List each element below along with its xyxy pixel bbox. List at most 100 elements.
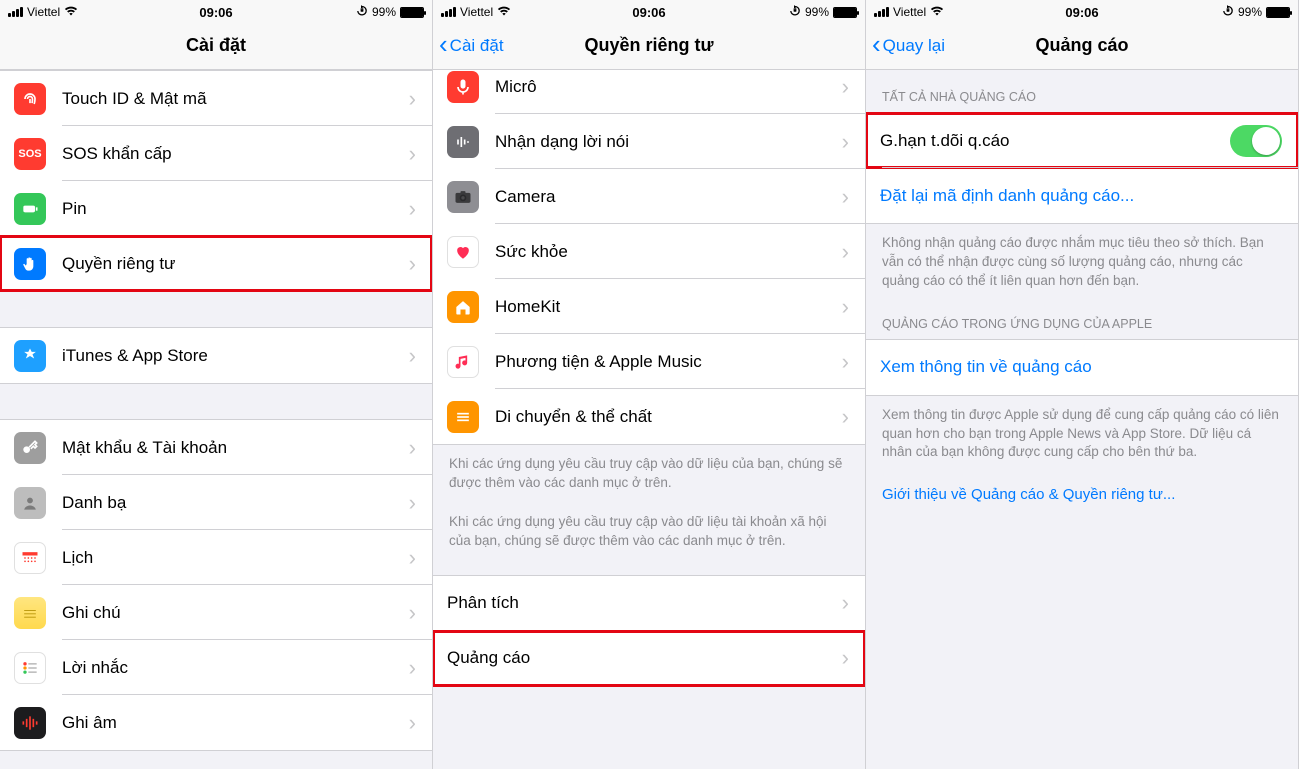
row-label: Di chuyển & thể chất: [495, 407, 842, 427]
hand-icon: [14, 248, 46, 280]
row-label: Phân tích: [447, 593, 842, 613]
row-touchid[interactable]: Touch ID & Mật mã ›: [0, 71, 432, 126]
back-button[interactable]: ‹ Quay lại: [872, 22, 945, 69]
row-label: Sức khỏe: [495, 242, 842, 262]
back-label: Quay lại: [883, 36, 945, 56]
privacy-footer-2: Khi các ứng dụng yêu cầu truy cập vào dữ…: [433, 499, 865, 557]
privacy-footer-1: Khi các ứng dụng yêu cầu truy cập vào dữ…: [433, 445, 865, 499]
row-limit-ad-tracking[interactable]: G.hạn t.dõi q.cáo: [866, 113, 1298, 168]
row-speech[interactable]: Nhận dạng lời nói ›: [433, 114, 865, 169]
row-label: Danh bạ: [62, 493, 409, 513]
screen-privacy: 09:06 Viettel 99% ‹ Cài đặt Quyền riêng …: [433, 0, 866, 769]
row-micro[interactable]: Micrô ›: [433, 70, 865, 114]
row-contacts[interactable]: Danh bạ ›: [0, 475, 432, 530]
row-reset-ad-id[interactable]: Đặt lại mã định danh quảng cáo...: [866, 168, 1298, 223]
music-icon: [447, 346, 479, 378]
chevron-right-icon: ›: [409, 196, 416, 222]
home-icon: [447, 291, 479, 323]
chevron-right-icon: ›: [409, 141, 416, 167]
row-homekit[interactable]: HomeKit ›: [433, 279, 865, 334]
row-label: Quyền riêng tư: [62, 254, 409, 274]
key-icon: [14, 432, 46, 464]
row-notes[interactable]: Ghi chú ›: [0, 585, 432, 640]
row-sos[interactable]: SOS SOS khẩn cấp ›: [0, 126, 432, 181]
toggle-switch[interactable]: [1230, 125, 1282, 157]
privacy-list-2: Phân tích › Quảng cáo ›: [433, 575, 865, 687]
row-privacy[interactable]: Quyền riêng tư ›: [0, 236, 432, 291]
screen-ads: 09:06 Viettel 99% ‹ Quay lại Quảng cáo T…: [866, 0, 1299, 769]
row-motion[interactable]: Di chuyển & thể chất ›: [433, 389, 865, 444]
chevron-right-icon: ›: [842, 645, 849, 671]
battery-icon: [400, 7, 424, 18]
mic-icon: [447, 71, 479, 103]
row-label: HomeKit: [495, 297, 842, 317]
page-title: Quyền riêng tư: [584, 35, 713, 56]
motion-icon: [447, 401, 479, 433]
ads-section-header-1: TẤT CẢ NHÀ QUẢNG CÁO: [866, 70, 1298, 112]
settings-group-security: Touch ID & Mật mã › SOS SOS khẩn cấp › P…: [0, 70, 432, 292]
row-media[interactable]: Phương tiện & Apple Music ›: [433, 334, 865, 389]
row-passwords[interactable]: Mật khẩu & Tài khoản ›: [0, 420, 432, 475]
reminders-icon: [14, 652, 46, 684]
ads-footer-2: Xem thông tin được Apple sử dụng để cung…: [866, 396, 1298, 469]
screen-settings: 09:06 Viettel 99% Cài đặt Touch ID & Mật…: [0, 0, 433, 769]
row-view-ad-info[interactable]: Xem thông tin về quảng cáo: [866, 340, 1298, 395]
row-label: Mật khẩu & Tài khoản: [62, 438, 409, 458]
calendar-icon: [14, 542, 46, 574]
chevron-right-icon: ›: [842, 349, 849, 375]
contacts-icon: [14, 487, 46, 519]
row-label: Nhận dạng lời nói: [495, 132, 842, 152]
row-label: Xem thông tin về quảng cáo: [880, 357, 1282, 377]
settings-group-apps: Mật khẩu & Tài khoản › Danh bạ › Lịch › …: [0, 419, 432, 751]
row-health[interactable]: Sức khỏe ›: [433, 224, 865, 279]
chevron-right-icon: ›: [842, 239, 849, 265]
health-icon: [447, 236, 479, 268]
status-time: 09:06: [0, 5, 432, 20]
row-reminders[interactable]: Lời nhắc ›: [0, 640, 432, 695]
row-label: Micrô: [495, 77, 842, 97]
row-label: iTunes & App Store: [62, 346, 409, 366]
speech-icon: [447, 126, 479, 158]
chevron-right-icon: ›: [409, 343, 416, 369]
battery-row-icon: [14, 193, 46, 225]
chevron-right-icon: ›: [842, 74, 849, 100]
page-title: Cài đặt: [186, 35, 246, 56]
row-camera[interactable]: Camera ›: [433, 169, 865, 224]
row-itunes[interactable]: iTunes & App Store ›: [0, 328, 432, 383]
row-analytics[interactable]: Phân tích ›: [433, 576, 865, 631]
battery-icon: [1266, 7, 1290, 18]
row-voicememo[interactable]: Ghi âm ›: [0, 695, 432, 750]
chevron-right-icon: ›: [409, 545, 416, 571]
row-label: Quảng cáo: [447, 648, 842, 668]
row-label: Camera: [495, 187, 842, 207]
about-ads-link[interactable]: Giới thiệu về Quảng cáo & Quyền riêng tư…: [866, 468, 1298, 509]
row-label: Ghi âm: [62, 713, 409, 733]
camera-icon: [447, 181, 479, 213]
row-label: Đặt lại mã định danh quảng cáo...: [880, 186, 1282, 206]
status-bar: 09:06 Viettel 99%: [0, 0, 432, 22]
row-label: Lịch: [62, 548, 409, 568]
chevron-right-icon: ›: [409, 710, 416, 736]
ads-footer-1: Không nhận quảng cáo được nhắm mục tiêu …: [866, 224, 1298, 297]
row-battery[interactable]: Pin ›: [0, 181, 432, 236]
chevron-right-icon: ›: [409, 600, 416, 626]
status-bar: 09:06 Viettel 99%: [433, 0, 865, 22]
ads-group-2: Xem thông tin về quảng cáo: [866, 339, 1298, 396]
row-label: Pin: [62, 199, 409, 219]
status-bar: 09:06 Viettel 99%: [866, 0, 1298, 22]
ads-section-header-2: QUẢNG CÁO TRONG ỨNG DỤNG CỦA APPLE: [866, 297, 1298, 339]
row-calendar[interactable]: Lịch ›: [0, 530, 432, 585]
fingerprint-icon: [14, 83, 46, 115]
sos-icon: SOS: [14, 138, 46, 170]
back-button[interactable]: ‹ Cài đặt: [439, 22, 504, 69]
row-ads[interactable]: Quảng cáo ›: [433, 631, 865, 686]
privacy-list: Micrô › Nhận dạng lời nói › Camera ›: [433, 70, 865, 445]
chevron-right-icon: ›: [842, 404, 849, 430]
notes-icon: [14, 597, 46, 629]
status-time: 09:06: [433, 5, 865, 20]
chevron-right-icon: ›: [409, 490, 416, 516]
chevron-right-icon: ›: [842, 294, 849, 320]
row-label: SOS khẩn cấp: [62, 144, 409, 164]
ads-group-1: G.hạn t.dõi q.cáo Đặt lại mã định danh q…: [866, 112, 1298, 224]
chevron-left-icon: ‹: [439, 31, 448, 57]
